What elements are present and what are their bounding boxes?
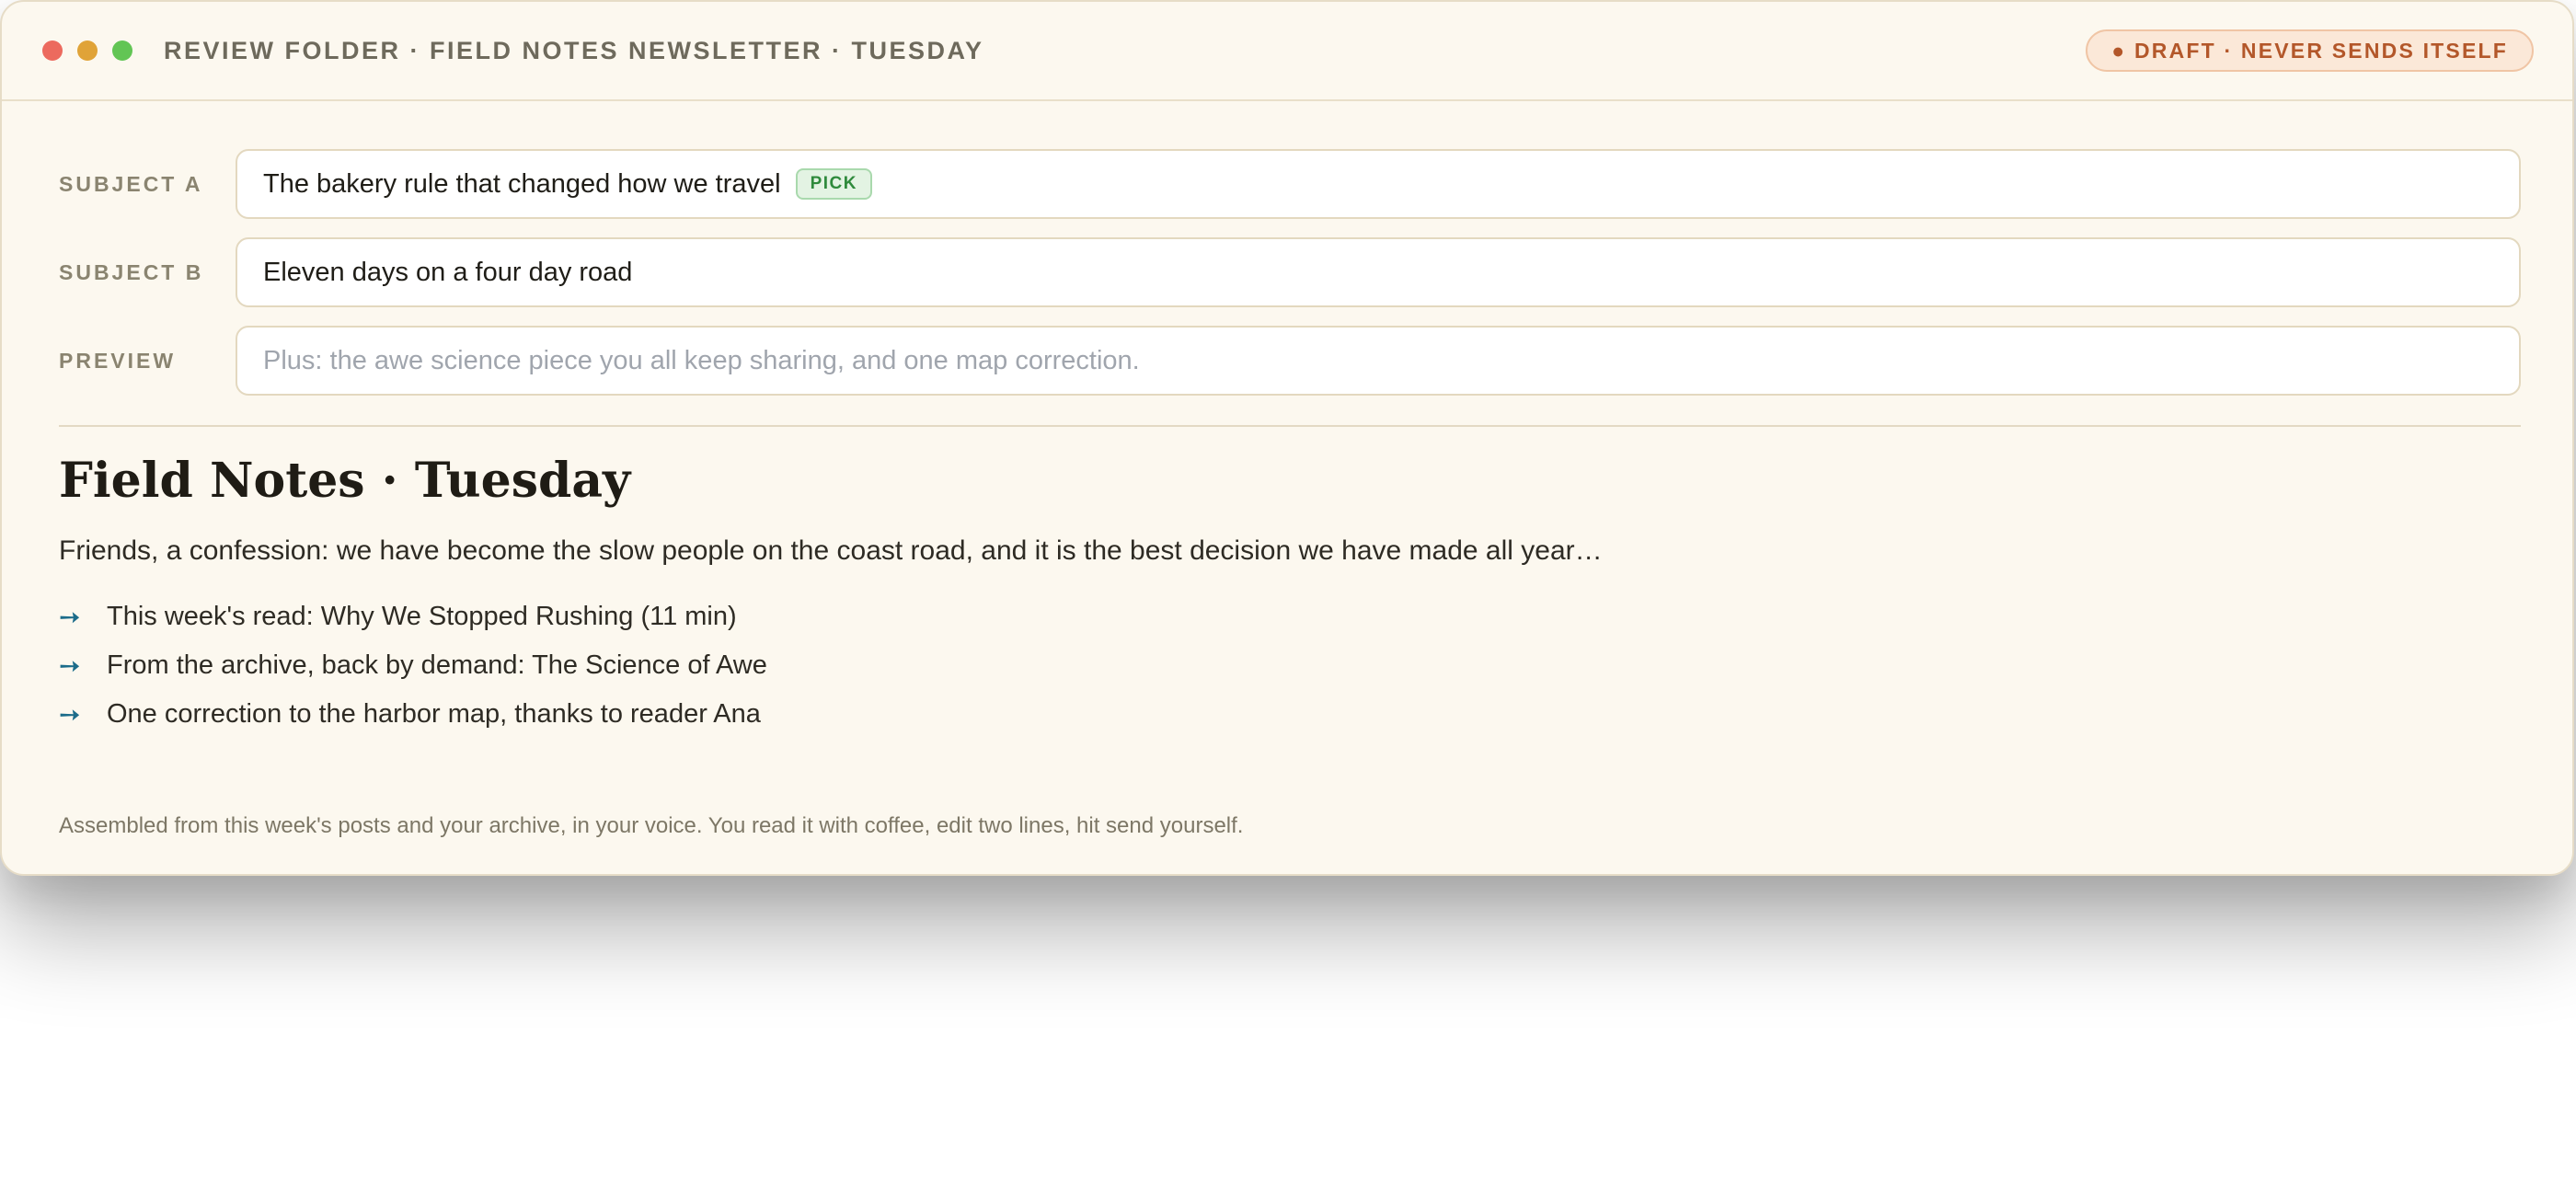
subject-a-row: SUBJECT A The bakery rule that changed h… xyxy=(59,149,2521,219)
subject-b-row: SUBJECT B Eleven days on a four day road xyxy=(59,237,2521,307)
preview-label: PREVIEW xyxy=(59,348,177,373)
arrow-right-icon: ➙ xyxy=(59,651,81,680)
link-text: One correction to the harbor map, thanks… xyxy=(107,699,761,729)
subject-b-label: SUBJECT B xyxy=(59,259,204,284)
title-bar: REVIEW FOLDER · FIELD NOTES NEWSLETTER ·… xyxy=(2,2,2572,101)
close-window-button[interactable] xyxy=(42,40,63,61)
maximize-window-button[interactable] xyxy=(112,40,132,61)
newsletter-intro: Friends, a confession: we have become th… xyxy=(59,535,1603,566)
draft-status-badge: ● DRAFT · NEVER SENDS ITSELF xyxy=(2086,29,2534,72)
list-item[interactable]: ➙ From the archive, back by demand: The … xyxy=(59,641,767,690)
arrow-right-icon: ➙ xyxy=(59,700,81,729)
subject-a-input[interactable]: The bakery rule that changed how we trav… xyxy=(236,149,2521,219)
footer-note: Assembled from this week's posts and you… xyxy=(59,813,1244,838)
subject-b-input[interactable]: Eleven days on a four day road xyxy=(236,237,2521,307)
preview-placeholder: Plus: the awe science piece you all keep… xyxy=(263,345,1140,375)
subject-b-value: Eleven days on a four day road xyxy=(263,257,633,287)
window-controls xyxy=(42,40,132,61)
preview-input[interactable]: Plus: the awe science piece you all keep… xyxy=(236,326,2521,396)
newsletter-headline: Field Notes · Tuesday xyxy=(59,453,631,509)
list-item[interactable]: ➙ This week's read: Why We Stopped Rushi… xyxy=(59,592,767,641)
newsletter-link-list: ➙ This week's read: Why We Stopped Rushi… xyxy=(59,592,767,739)
list-item[interactable]: ➙ One correction to the harbor map, than… xyxy=(59,690,767,739)
section-divider xyxy=(59,425,2521,427)
pick-badge[interactable]: PICK xyxy=(795,168,873,200)
subject-a-label: SUBJECT A xyxy=(59,171,203,196)
preview-row: PREVIEW Plus: the awe science piece you … xyxy=(59,326,2521,396)
window-title: REVIEW FOLDER · FIELD NOTES NEWSLETTER ·… xyxy=(164,36,984,64)
arrow-right-icon: ➙ xyxy=(59,603,81,631)
link-text: This week's read: Why We Stopped Rushing… xyxy=(107,602,737,631)
review-window: REVIEW FOLDER · FIELD NOTES NEWSLETTER ·… xyxy=(0,0,2574,876)
subject-a-value: The bakery rule that changed how we trav… xyxy=(263,168,781,199)
link-text: From the archive, back by demand: The Sc… xyxy=(107,650,767,680)
minimize-window-button[interactable] xyxy=(77,40,98,61)
